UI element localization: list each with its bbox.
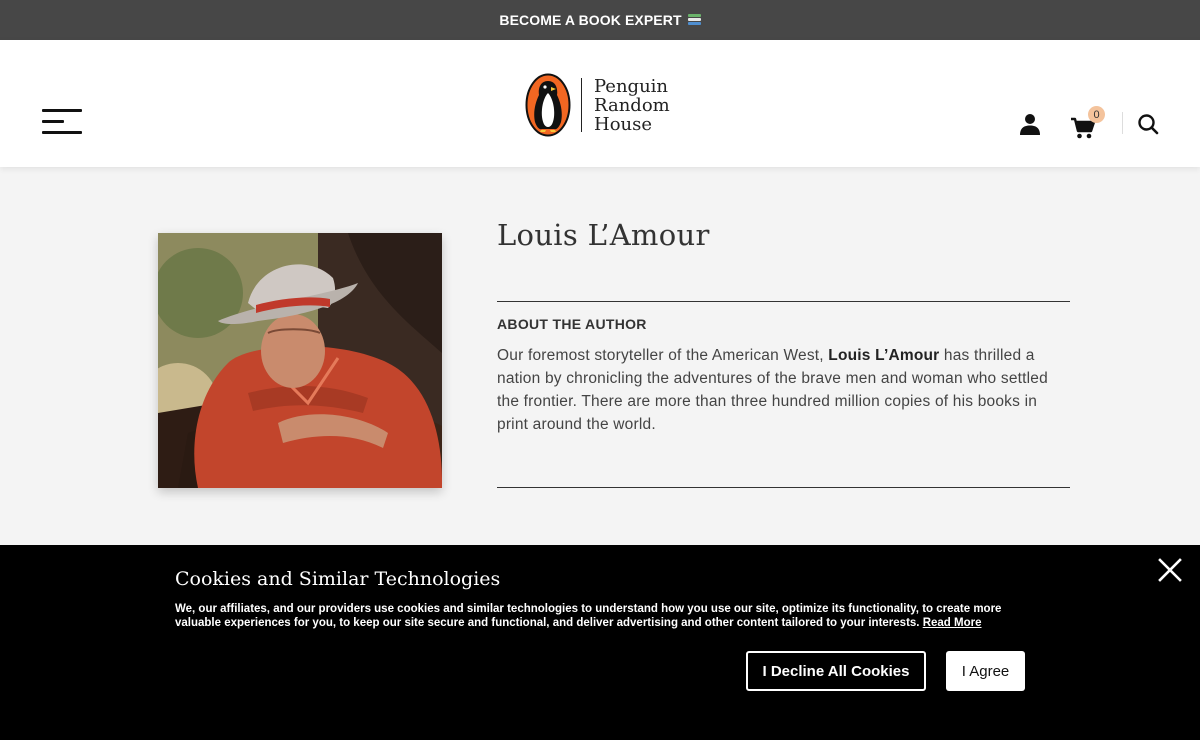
logo-line-3: House: [594, 113, 653, 135]
header-divider: [1122, 112, 1123, 134]
logo-wordmark: Penguin Random House: [594, 77, 670, 134]
close-icon[interactable]: [1157, 557, 1183, 583]
books-emoji-icon: [687, 13, 701, 27]
about-heading: ABOUT THE AUTHOR: [497, 316, 647, 332]
cart-button[interactable]: 0: [1070, 106, 1110, 140]
cookie-title: Cookies and Similar Technologies: [175, 568, 501, 590]
logo-divider: [581, 78, 582, 132]
bottom-divider: [497, 487, 1070, 488]
account-icon[interactable]: [1018, 112, 1042, 136]
author-name: Louis L’Amour: [497, 218, 710, 252]
logo-line-1: Penguin: [594, 75, 669, 97]
site-header: Penguin Random House 0: [0, 40, 1200, 167]
hamburger-icon-bottom: [42, 131, 82, 134]
author-photo: [158, 233, 442, 488]
about-author-name: Louis L’Amour: [828, 347, 940, 364]
search-icon[interactable]: [1137, 113, 1159, 135]
cart-count-badge: 0: [1088, 106, 1105, 123]
top-divider: [497, 301, 1070, 302]
promo-bar[interactable]: BECOME A BOOK EXPERT: [0, 0, 1200, 40]
agree-button[interactable]: I Agree: [946, 651, 1025, 691]
penguin-random-house-logo[interactable]: Penguin Random House: [525, 73, 670, 137]
cookie-body: We, our affiliates, and our providers us…: [175, 603, 1002, 629]
hamburger-icon: [42, 109, 82, 112]
cookie-text: We, our affiliates, and our providers us…: [175, 602, 1045, 630]
logo-line-2: Random: [594, 94, 670, 116]
decline-cookies-button[interactable]: I Decline All Cookies: [746, 651, 926, 691]
penguin-logo-icon: [525, 73, 571, 137]
about-text-pre: Our foremost storyteller of the American…: [497, 347, 829, 364]
cookie-banner: Cookies and Similar Technologies We, our…: [0, 545, 1200, 740]
menu-button[interactable]: [42, 107, 84, 137]
promo-text: BECOME A BOOK EXPERT: [499, 12, 682, 28]
read-more-link[interactable]: Read More: [923, 617, 982, 629]
hamburger-icon-middle: [42, 120, 64, 123]
about-text: Our foremost storyteller of the American…: [497, 344, 1070, 436]
